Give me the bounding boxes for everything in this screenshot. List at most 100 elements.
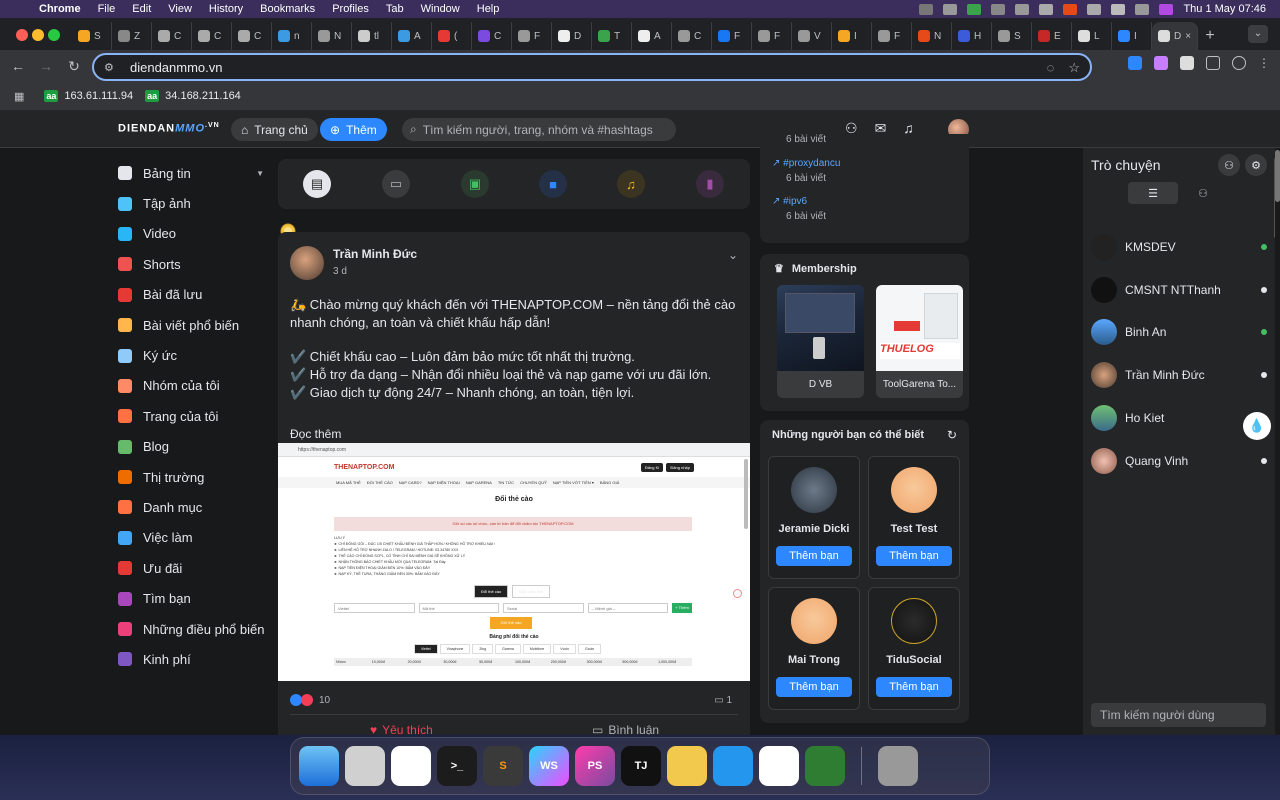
post-author-name[interactable]: Trần Minh Đức [333,247,417,261]
friend-name[interactable]: TiduSocial [869,654,959,666]
siri-icon[interactable] [1159,3,1174,15]
like-button[interactable]: ♥ Yêu thích [370,723,433,735]
dock-launchpad-icon[interactable] [345,746,385,786]
dock-ws-icon[interactable]: WS [529,746,569,786]
sidebar-item[interactable]: Nhóm của tôi [118,371,268,401]
dock-terminal-icon[interactable]: >_ [437,746,477,786]
post-options-icon[interactable]: ⌄ [728,248,738,262]
extension-icon[interactable] [1128,56,1142,70]
sidebar-item[interactable]: Blog [118,432,268,462]
add-button[interactable]: ⊕ Thêm [320,118,387,141]
sidebar-item[interactable]: Trang của tôi [118,401,268,431]
menu-app-name[interactable]: Chrome [39,3,81,15]
apps-grid-icon[interactable]: ▦ [14,90,24,103]
chat-search-input[interactable]: Tìm kiếm người dùng [1091,703,1266,727]
friend-avatar[interactable] [791,598,837,644]
close-tab-icon[interactable]: × [1185,31,1191,42]
browser-tab[interactable]: H [952,22,992,50]
browser-tab[interactable]: N [912,22,952,50]
menu-edit[interactable]: Edit [132,3,151,15]
dock-docker-icon[interactable] [713,746,753,786]
browser-tab[interactable]: C [472,22,512,50]
tab-search-icon[interactable]: ⌄ [1248,25,1268,43]
friend-avatar[interactable] [891,598,937,644]
new-tab-button[interactable]: + [1198,27,1222,45]
extension-icon[interactable] [1154,56,1168,70]
friend-avatar[interactable] [891,467,937,513]
friend-name[interactable]: Jeramie Dicki [769,523,859,535]
browser-tab[interactable]: C [672,22,712,50]
menu-tab[interactable]: Tab [386,3,404,15]
puzzle-icon[interactable] [1206,56,1220,70]
eye-off-icon[interactable]: ◌ [1047,60,1055,76]
bookmark-item[interactable]: aa 34.168.211.164 [145,90,241,102]
browser-tab[interactable]: tl [352,22,392,50]
post-comment-count[interactable]: ▭ 1 [714,695,732,706]
video-post-icon[interactable]: ■ [539,170,567,198]
app-status-icon[interactable] [1063,3,1078,15]
back-icon[interactable]: ← [8,56,28,76]
bookmark-star-icon[interactable]: ☆ [1068,60,1080,76]
browser-tab[interactable]: C [232,22,272,50]
status-post-icon[interactable]: ▭ [382,170,410,198]
chat-contact[interactable]: Trần Minh Đức [1091,360,1271,390]
dock-norton-icon[interactable] [667,746,707,786]
wifi-icon[interactable] [1087,3,1102,15]
sidebar-item[interactable]: Tập ảnh [118,188,268,218]
menu-view[interactable]: View [168,3,192,15]
v-icon[interactable] [967,3,982,15]
battery-icon[interactable] [1111,3,1126,15]
dock-trash-icon[interactable] [878,746,918,786]
browser-tab[interactable]: A [632,22,672,50]
sidebar-item[interactable]: Ký ức [118,340,268,370]
extension-icon[interactable] [1180,56,1194,70]
sidebar-item[interactable]: Những điều phổ biến [118,614,268,644]
zoom-window-button[interactable] [48,29,60,41]
dock-tj-icon[interactable]: TJ [621,746,661,786]
caret-down-icon[interactable]: ▼ [256,169,264,178]
profile-icon[interactable] [1232,56,1246,70]
hashtag-item[interactable]: ↗ #proxydancu 6 bài viết [772,158,840,184]
browser-tab[interactable]: C [152,22,192,50]
menu-window[interactable]: Window [421,3,460,15]
address-bar[interactable]: ⚙ diendanmmo.vn ◌ ☆ [92,53,1092,81]
browser-tab[interactable]: I [832,22,872,50]
hashtag-item[interactable]: ↗ #ipv6 6 bài viết [772,196,826,222]
reload-icon[interactable]: ↻ [64,56,84,76]
post-image[interactable]: https://thenaptop.com THENAPTOP.COM Đăng… [278,443,750,681]
sidebar-item[interactable]: Danh mục [118,492,268,522]
hashtag-item[interactable]: 6 bài viết [772,134,826,145]
url-text[interactable]: diendanmmo.vn [130,60,223,75]
browser-tab[interactable]: T [592,22,632,50]
dock-game-icon[interactable] [805,746,845,786]
bookmark-item[interactable]: aa 163.61.111.94 [44,90,133,102]
photo-post-icon[interactable]: ▣ [461,170,489,198]
menu-profiles[interactable]: Profiles [332,3,369,15]
menu-bookmarks[interactable]: Bookmarks [260,3,315,15]
music-post-icon[interactable]: ♫ [617,170,645,198]
control-center-icon[interactable] [1135,3,1150,15]
add-friend-button[interactable]: Thêm bạn [776,677,852,697]
browser-tab[interactable]: A [392,22,432,50]
browser-tab[interactable]: F [512,22,552,50]
text-post-icon[interactable]: ▤ [303,170,331,198]
sidebar-item[interactable]: Ưu đãi [118,553,268,583]
dock-ps-icon[interactable]: PS [575,746,615,786]
browser-tab[interactable]: n [272,22,312,50]
floating-drop-icon[interactable]: 💧 [1243,412,1271,440]
home-button[interactable]: ⌂ Trang chủ [231,118,318,141]
sidebar-item[interactable]: Video [118,219,268,249]
menubar-clock[interactable]: Thu 1 May 07:46 [1183,3,1266,15]
sidebar-item[interactable]: Bảng tin ▼ [118,158,268,188]
page-scrollbar[interactable] [1275,150,1280,202]
menu-help[interactable]: Help [477,3,500,15]
browser-tab[interactable]: Z [112,22,152,50]
post-reactions[interactable]: 10 [290,694,330,706]
dock-sublime-icon[interactable]: S [483,746,523,786]
chat-contact[interactable]: Quang Vinh [1091,446,1271,476]
sidebar-item[interactable]: Việc làm [118,523,268,553]
forward-icon[interactable]: → [36,56,56,76]
search-icon[interactable] [1039,3,1054,15]
dock-finder-icon[interactable] [299,746,339,786]
chat-contact[interactable]: Binh An [1091,317,1271,347]
